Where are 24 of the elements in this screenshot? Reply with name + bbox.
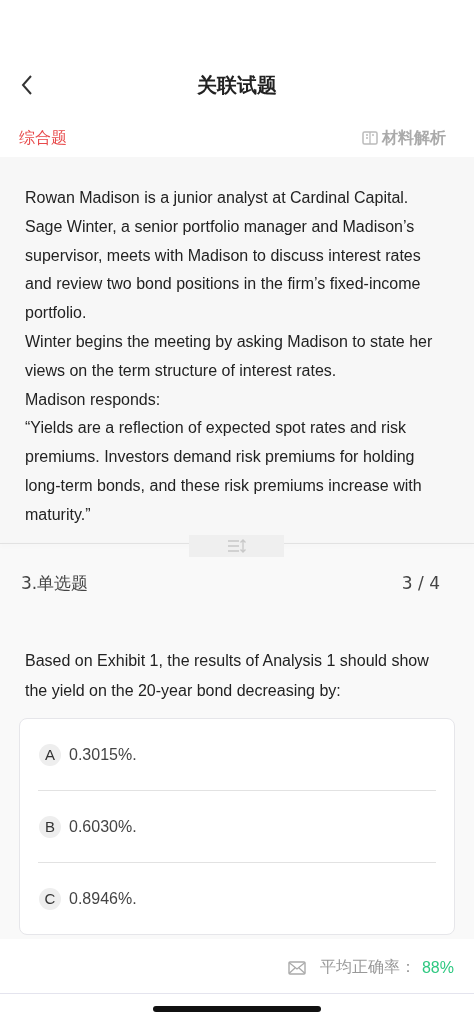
material-paragraph: Rowan Madison is a junior analyst at Cardinal Capital. Sage Winter, a senior portfolio manager and Madison’s supervisor, meets with Madison to discuss interest rates and review two bond positions in the firm’s fixed-income portfolio. bbox=[25, 188, 422, 324]
option-letter: C bbox=[39, 887, 61, 910]
material-paragraph: Madison responds: bbox=[25, 389, 162, 410]
book-icon bbox=[362, 131, 378, 146]
answer-option[interactable]: C 0.8946%. bbox=[38, 863, 436, 934]
option-text: 0.3015%. bbox=[69, 745, 137, 764]
page-title: 关联试题 bbox=[197, 71, 277, 99]
question-number: 3.单选题 bbox=[21, 571, 89, 595]
option-letter: A bbox=[39, 743, 61, 766]
question-stem: Based on Exhibit 1, the results of Analysis 1 should show the yield on the 20-year bond decreasing by: bbox=[25, 651, 430, 701]
material-paragraph: Winter begins the meeting by asking Madison to state her views on the term structure of interest rates. bbox=[25, 332, 434, 381]
option-text: 0.6030%. bbox=[69, 817, 137, 836]
mail-icon bbox=[287, 960, 306, 975]
drag-resize-icon bbox=[226, 538, 247, 554]
question-type-label: 综合题 bbox=[19, 128, 67, 149]
resize-handle[interactable] bbox=[189, 535, 284, 557]
answer-option[interactable]: A 0.3015%. bbox=[38, 719, 436, 791]
option-text: 0.8946%. bbox=[69, 889, 137, 908]
material-paragraph: “Yields are a reflection of expected spot rates and risk premiums. Investors demand risk premiums for holding long-term bonds, and these risk premiums increase with maturity.” bbox=[25, 418, 423, 525]
accuracy-label: 平均正确率： bbox=[319, 957, 416, 978]
back-icon[interactable] bbox=[21, 74, 33, 96]
accuracy-value: 88% bbox=[421, 958, 454, 977]
answer-option[interactable]: B 0.6030%. bbox=[38, 791, 436, 863]
option-letter: B bbox=[39, 815, 61, 838]
